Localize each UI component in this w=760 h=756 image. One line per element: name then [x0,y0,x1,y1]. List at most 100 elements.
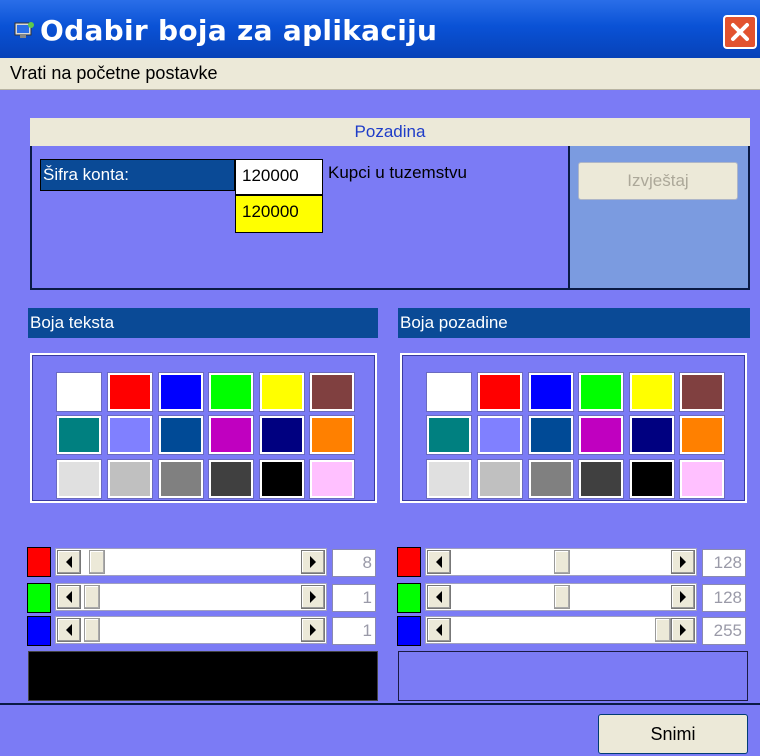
text-green-value[interactable]: 1 [332,584,376,612]
bg-color-palette [400,353,747,503]
scroll-left-button[interactable] [57,585,81,609]
text-color-swatch[interactable] [259,372,305,412]
bg-color-swatch[interactable] [426,415,472,455]
scroll-thumb[interactable] [89,550,105,574]
red-indicator [397,547,421,577]
left-arrow-icon [436,591,442,603]
bg-color-swatch[interactable] [629,415,675,455]
account-name: Kupci u tuzemstvu [328,163,467,182]
bg-color-swatch[interactable] [426,372,472,412]
scroll-right-button[interactable] [671,618,695,642]
bg-red-scrollbar[interactable] [425,548,697,576]
text-color-swatch[interactable] [259,459,305,499]
bg-green-value[interactable]: 128 [702,584,746,612]
text-color-swatch[interactable] [107,459,153,499]
bg-color-preview [398,651,748,701]
scroll-right-button[interactable] [671,585,695,609]
text-color-swatch[interactable] [309,372,355,412]
green-indicator [397,583,421,613]
text-color-swatch[interactable] [259,415,305,455]
bg-color-swatch[interactable] [528,415,574,455]
left-arrow-icon [436,556,442,568]
account-code-preview: 120000 [235,195,323,233]
bg-blue-scrollbar[interactable] [425,616,697,644]
bg-color-swatch[interactable] [629,372,675,412]
bg-color-swatch[interactable] [528,459,574,499]
bg-color-swatch[interactable] [528,372,574,412]
bg-color-swatch[interactable] [477,459,523,499]
scroll-left-button[interactable] [57,550,81,574]
green-indicator [27,583,51,613]
scroll-right-button[interactable] [301,550,325,574]
save-button[interactable]: Snimi [598,714,748,754]
app-icon [14,20,36,40]
text-color-header: Boja teksta [28,308,378,338]
blue-indicator [27,616,51,646]
bg-blue-value[interactable]: 255 [702,617,746,645]
text-color-swatch[interactable] [158,459,204,499]
menu-bar: Vrati na početne postavke [0,58,760,90]
bg-color-swatch[interactable] [477,372,523,412]
text-blue-value[interactable]: 1 [332,617,376,645]
scroll-thumb[interactable] [554,585,570,609]
right-arrow-icon [310,591,316,603]
right-arrow-icon [310,556,316,568]
pozadina-header: Pozadina [30,118,750,146]
bg-color-swatch[interactable] [578,459,624,499]
window-title: Odabir boja za aplikaciju [40,14,438,47]
text-color-swatch[interactable] [208,415,254,455]
scroll-right-button[interactable] [301,585,325,609]
scroll-left-button[interactable] [57,618,81,642]
reset-defaults-menu-item[interactable]: Vrati na početne postavke [10,63,217,84]
right-arrow-icon [310,624,316,636]
scroll-left-button[interactable] [427,550,451,574]
right-arrow-icon [680,624,686,636]
bg-color-swatch[interactable] [629,459,675,499]
bg-color-swatch[interactable] [477,415,523,455]
scroll-thumb[interactable] [554,550,570,574]
blue-indicator [397,616,421,646]
text-color-swatch[interactable] [158,372,204,412]
scroll-left-button[interactable] [427,618,451,642]
scroll-right-button[interactable] [301,618,325,642]
text-red-scrollbar[interactable] [55,548,327,576]
right-arrow-icon [680,556,686,568]
right-arrow-icon [680,591,686,603]
text-color-swatch[interactable] [309,415,355,455]
scroll-left-button[interactable] [427,585,451,609]
bg-color-swatch[interactable] [426,459,472,499]
text-color-swatch[interactable] [309,459,355,499]
text-blue-scrollbar[interactable] [55,616,327,644]
close-button[interactable] [723,15,757,49]
bg-color-swatch[interactable] [578,415,624,455]
scroll-right-button[interactable] [671,550,695,574]
scroll-thumb[interactable] [84,618,100,642]
report-button[interactable]: Izvještaj [578,162,738,200]
left-arrow-icon [66,624,72,636]
bg-color-swatch[interactable] [679,372,725,412]
text-color-swatch[interactable] [56,415,102,455]
bg-red-value[interactable]: 128 [702,549,746,577]
text-color-swatch[interactable] [158,415,204,455]
bg-color-swatch[interactable] [578,372,624,412]
text-green-scrollbar[interactable] [55,583,327,611]
scroll-thumb[interactable] [655,618,671,642]
text-color-swatch[interactable] [107,415,153,455]
text-color-swatch[interactable] [56,459,102,499]
text-color-swatch[interactable] [208,372,254,412]
text-color-preview [28,651,378,701]
bg-color-swatch[interactable] [679,415,725,455]
color-picker-window: Odabir boja za aplikaciju Vrati na počet… [0,0,760,756]
text-color-swatch[interactable] [208,459,254,499]
text-color-swatch[interactable] [56,372,102,412]
report-button-label: Izvještaj [627,171,689,190]
text-color-swatch[interactable] [107,372,153,412]
scroll-thumb[interactable] [84,585,100,609]
title-bar[interactable]: Odabir boja za aplikaciju [0,0,760,58]
left-arrow-icon [436,624,442,636]
text-red-value[interactable]: 8 [332,549,376,577]
account-code-input[interactable]: 120000 [235,159,323,195]
bg-green-scrollbar[interactable] [425,583,697,611]
text-color-palette [30,353,377,503]
bg-color-swatch[interactable] [679,459,725,499]
